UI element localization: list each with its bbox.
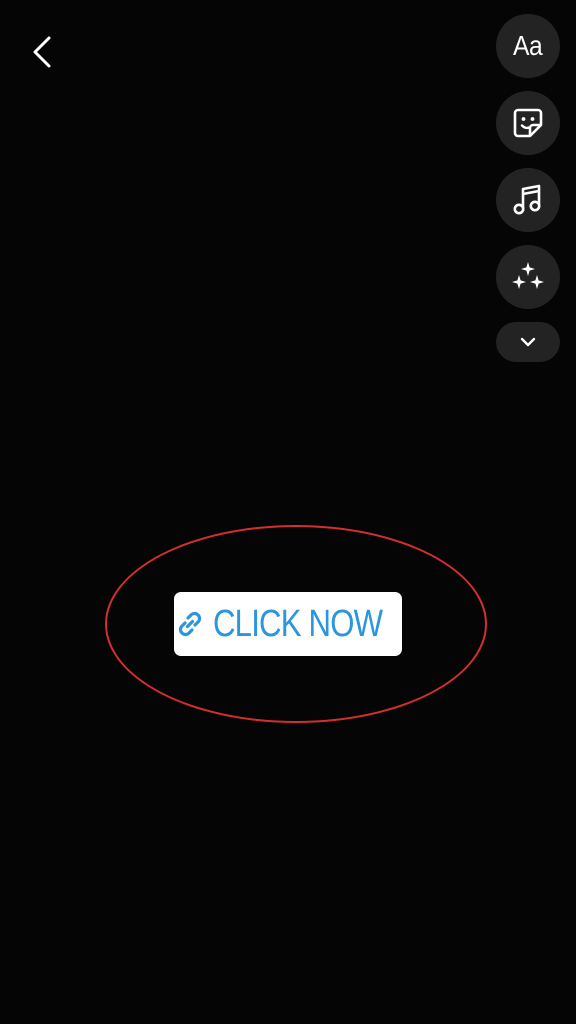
music-note-icon bbox=[513, 184, 541, 215]
sticker-icon bbox=[513, 108, 543, 138]
text-tool-label: Aa bbox=[513, 30, 543, 61]
link-sticker[interactable]: CLICK NOW bbox=[174, 592, 402, 656]
chevron-left-icon bbox=[33, 36, 51, 68]
text-tool-button[interactable]: Aa bbox=[496, 14, 560, 78]
back-button[interactable] bbox=[22, 30, 62, 74]
music-tool-button[interactable] bbox=[496, 168, 560, 232]
sticker-tool-button[interactable] bbox=[496, 91, 560, 155]
story-tools-rail: Aa bbox=[496, 14, 560, 362]
story-editor-canvas: Aa CLICK NOW bbox=[0, 0, 576, 1024]
effects-tool-button[interactable] bbox=[496, 245, 560, 309]
link-icon bbox=[173, 606, 207, 642]
sparkles-icon bbox=[512, 262, 544, 289]
link-sticker-label: CLICK NOW bbox=[213, 602, 383, 645]
chevron-down-icon bbox=[520, 337, 536, 347]
more-tools-button[interactable] bbox=[496, 322, 560, 362]
